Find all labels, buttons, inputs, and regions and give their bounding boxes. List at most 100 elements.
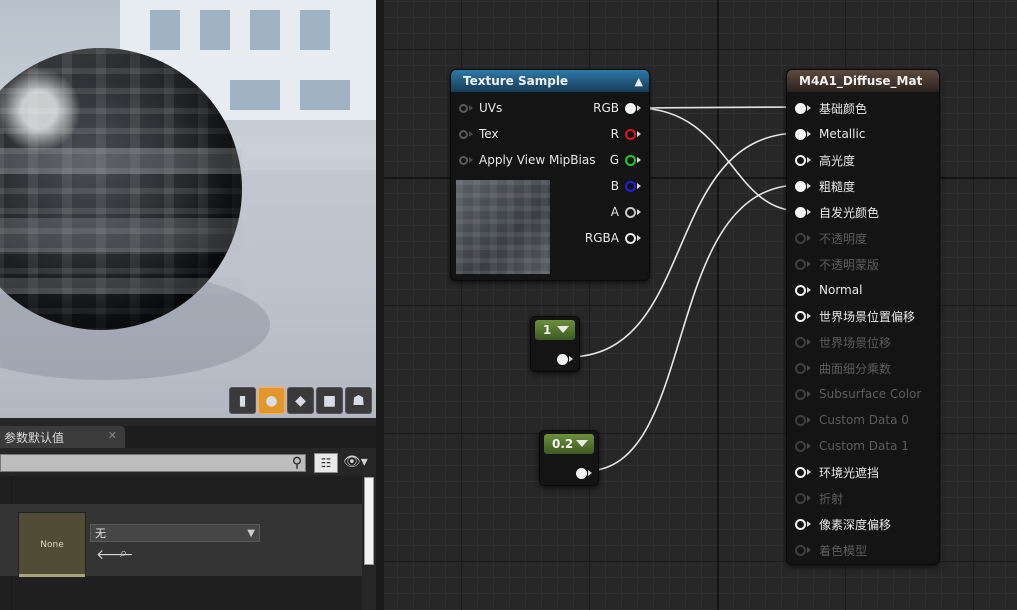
tab-parameter-defaults[interactable]: 参数默认值 ✕ xyxy=(0,426,125,448)
texture-sample-node[interactable]: Texture Sample ▲ UVs Tex Apply View MipB… xyxy=(450,69,650,281)
output-pin[interactable] xyxy=(576,463,592,483)
pin-label: RGB xyxy=(593,101,619,115)
constant-node-1[interactable]: 1 xyxy=(530,316,580,372)
use-selected-arrow-icon[interactable]: 🡐 xyxy=(96,546,134,563)
pin-circle-icon[interactable] xyxy=(557,353,568,365)
material-input-pin: 不透明蒙版 xyxy=(795,254,879,274)
sphere-preview-button[interactable]: ● xyxy=(258,387,285,414)
pin-circle-icon[interactable] xyxy=(795,466,806,478)
vertical-scrollbar[interactable] xyxy=(364,477,374,565)
pin-circle-icon[interactable] xyxy=(459,103,468,113)
pin-circle-icon[interactable] xyxy=(625,180,636,192)
plane-preview-button[interactable]: ◆ xyxy=(287,387,314,414)
pin-circle-icon[interactable] xyxy=(795,102,806,114)
tab-label: 参数默认值 xyxy=(4,430,65,445)
pin-circle-icon[interactable] xyxy=(625,102,636,114)
close-icon[interactable]: ✕ xyxy=(108,429,117,442)
teapot-preview-button[interactable]: ☗ xyxy=(345,387,372,414)
pin-circle-icon[interactable] xyxy=(795,518,806,530)
expand-triangle-icon[interactable] xyxy=(557,326,569,333)
material-input-pin[interactable]: 高光度 xyxy=(795,150,855,170)
pin-label: B xyxy=(610,179,619,193)
output-pin-a[interactable]: A xyxy=(611,202,641,222)
material-input-pin[interactable]: 自发光颜色 xyxy=(795,202,879,222)
pin-circle-icon[interactable] xyxy=(795,180,806,192)
pin-arrow-icon xyxy=(469,131,473,137)
tab-strip: 参数默认值 ✕ xyxy=(0,426,376,448)
pin-circle-icon[interactable] xyxy=(795,284,806,296)
input-pin-apply-view-mipbias[interactable]: Apply View MipBias xyxy=(459,150,595,170)
collapse-triangle-icon[interactable]: ▲ xyxy=(635,75,643,88)
browse-search-icon[interactable]: ⌕ xyxy=(120,546,127,561)
list-view-button[interactable]: ☷ xyxy=(314,453,338,473)
output-pin-rgb[interactable]: RGB xyxy=(593,98,641,118)
material-input-pin[interactable]: Metallic xyxy=(795,124,865,144)
material-preview-viewport[interactable]: ▮ ● ◆ ■ ☗ xyxy=(0,0,376,418)
material-input-pin[interactable]: 粗糙度 xyxy=(795,176,855,196)
pin-arrow-icon xyxy=(807,313,811,319)
node-header[interactable]: 1 xyxy=(535,320,575,340)
combo-value: 无 xyxy=(95,527,106,540)
pin-arrow-icon xyxy=(807,547,811,553)
input-pin-tex[interactable]: Tex xyxy=(459,124,499,144)
search-input[interactable] xyxy=(0,454,306,472)
output-pin[interactable] xyxy=(557,349,573,369)
pin-circle-icon[interactable] xyxy=(625,154,636,166)
expand-triangle-icon[interactable] xyxy=(576,440,588,447)
node-header[interactable]: M4A1_Diffuse_Mat xyxy=(787,70,939,92)
node-title: M4A1_Diffuse_Mat xyxy=(799,74,923,88)
material-input-pin[interactable]: 像素深度偏移 xyxy=(795,514,891,534)
pin-arrow-icon xyxy=(637,209,641,215)
pin-label: R xyxy=(610,127,619,141)
pin-circle-icon[interactable] xyxy=(625,128,636,140)
material-input-pin[interactable]: 基础颜色 xyxy=(795,98,867,118)
output-pin-rgba[interactable]: RGBA xyxy=(585,228,641,248)
pin-arrow-icon xyxy=(807,365,811,371)
cube-preview-button[interactable]: ■ xyxy=(316,387,343,414)
pin-circle-icon[interactable] xyxy=(795,128,806,140)
pin-label: Metallic xyxy=(819,127,866,141)
panel-splitter[interactable] xyxy=(376,0,384,610)
pin-circle-icon[interactable] xyxy=(459,155,468,165)
constant-node-2[interactable]: 0.2 xyxy=(539,430,599,486)
cylinder-preview-button[interactable]: ▮ xyxy=(229,387,256,414)
sphere-preview-icon: ● xyxy=(265,392,278,409)
pin-label: 环境光遮挡 xyxy=(819,465,880,480)
node-header[interactable]: 0.2 xyxy=(544,434,594,454)
building-window xyxy=(200,10,230,50)
input-pin-uvs[interactable]: UVs xyxy=(459,98,502,118)
pin-circle-icon[interactable] xyxy=(459,129,468,139)
node-header[interactable]: Texture Sample ▲ xyxy=(451,70,649,92)
pin-label: 不透明度 xyxy=(819,231,868,246)
pin-circle-icon[interactable] xyxy=(576,467,587,479)
pin-circle-icon[interactable] xyxy=(795,154,806,166)
preview-mesh-toolbar: ▮ ● ◆ ■ ☗ xyxy=(229,387,372,414)
pin-arrow-icon xyxy=(637,157,641,163)
sphere-panel-band xyxy=(0,278,242,294)
sphere-panel-band xyxy=(0,218,242,252)
pin-circle-icon[interactable] xyxy=(625,232,636,244)
output-pin-g[interactable]: G xyxy=(610,150,641,170)
pin-circle-icon xyxy=(795,544,806,556)
material-input-pin[interactable]: Normal xyxy=(795,280,862,300)
material-input-pin[interactable]: 环境光遮挡 xyxy=(795,462,879,482)
pin-circle-icon xyxy=(795,336,806,348)
pin-circle-icon[interactable] xyxy=(795,206,806,218)
texture-thumbnail[interactable]: None xyxy=(18,512,86,578)
cube-preview-icon: ■ xyxy=(322,392,337,409)
graph-origin-vertical-axis xyxy=(717,0,719,610)
view-options-eye-icon[interactable]: 👁▾ xyxy=(343,454,368,470)
output-pin-r[interactable]: R xyxy=(611,124,641,144)
pin-arrow-icon xyxy=(807,417,811,423)
pin-circle-icon[interactable] xyxy=(625,206,636,218)
pin-circle-icon[interactable] xyxy=(795,310,806,322)
output-pin-b[interactable]: B xyxy=(611,176,641,196)
search-row: ⚲ ☷ 👁▾ xyxy=(0,452,376,476)
material-result-node[interactable]: M4A1_Diffuse_Mat 基础颜色 Metallic 高光度粗糙度自发光颜色… xyxy=(786,69,940,565)
search-icon[interactable]: ⚲ xyxy=(288,454,306,472)
pin-arrow-icon xyxy=(807,521,811,527)
texture-asset-combo[interactable]: 无 ▼ xyxy=(90,524,260,542)
material-input-pin[interactable]: 世界场景位置偏移 xyxy=(795,306,915,326)
pin-arrow-icon xyxy=(807,157,811,163)
pin-arrow-icon xyxy=(807,209,811,215)
